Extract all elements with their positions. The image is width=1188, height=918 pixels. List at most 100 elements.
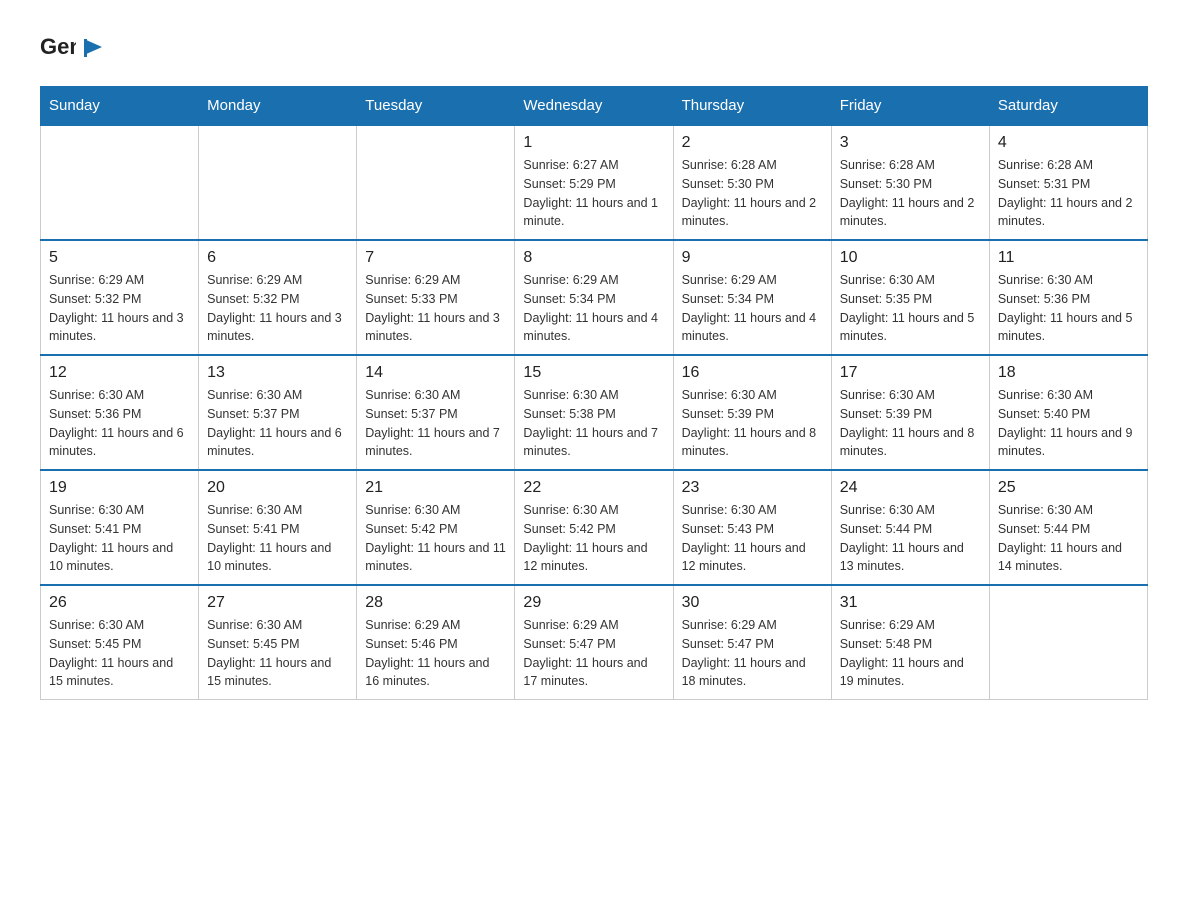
- calendar-cell: 16 Sunrise: 6:30 AMSunset: 5:39 PMDayligh…: [673, 355, 831, 470]
- calendar-cell: 27Sunrise: 6:30 AMSunset: 5:45 PMDayligh…: [199, 585, 357, 700]
- week-row-4: 19Sunrise: 6:30 AMSunset: 5:41 PMDayligh…: [41, 470, 1148, 585]
- day-number: 5: [49, 249, 190, 267]
- calendar-cell: 12 Sunrise: 6:30 AMSunset: 5:36 PMDayligh…: [41, 355, 199, 470]
- day-number: 30: [682, 594, 823, 612]
- calendar-cell: 5Sunrise: 6:29 AMSunset: 5:32 PMDaylight…: [41, 240, 199, 355]
- day-info: Sunrise: 6:30 AMSunset: 5:38 PMDaylight:…: [523, 386, 664, 461]
- day-info: Sunrise: 6:30 AMSunset: 5:39 PMDaylight:…: [682, 386, 823, 461]
- week-row-1: 1Sunrise: 6:27 AMSunset: 5:29 PMDaylight…: [41, 125, 1148, 240]
- day-number: 3: [840, 134, 981, 152]
- calendar-cell: 9 Sunrise: 6:29 AMSunset: 5:34 PMDaylight…: [673, 240, 831, 355]
- day-number: 22: [523, 479, 664, 497]
- calendar-cell: [357, 125, 515, 240]
- day-info: Sunrise: 6:30 AMSunset: 5:36 PMDaylight:…: [998, 271, 1139, 346]
- calendar-cell: 28 Sunrise: 6:29 AMSunset: 5:46 PMDayligh…: [357, 585, 515, 700]
- day-info: Sunrise: 6:30 AMSunset: 5:44 PMDaylight:…: [840, 501, 981, 576]
- day-info: Sunrise: 6:28 AMSunset: 5:30 PMDaylight:…: [682, 156, 823, 231]
- day-info: Sunrise: 6:29 AMSunset: 5:32 PMDaylight:…: [207, 271, 348, 346]
- day-number: 15: [523, 364, 664, 382]
- day-info: Sunrise: 6:30 AMSunset: 5:36 PMDaylight:…: [49, 386, 190, 461]
- logo-flag-icon: [84, 39, 106, 57]
- calendar-header-sunday: Sunday: [41, 87, 199, 126]
- calendar-cell: 21 Sunrise: 6:30 AMSunset: 5:42 PMDayligh…: [357, 470, 515, 585]
- calendar-cell: 19Sunrise: 6:30 AMSunset: 5:41 PMDayligh…: [41, 470, 199, 585]
- calendar-cell: [199, 125, 357, 240]
- day-number: 26: [49, 594, 190, 612]
- week-row-5: 26 Sunrise: 6:30 AMSunset: 5:45 PMDayligh…: [41, 585, 1148, 700]
- day-number: 12: [49, 364, 190, 382]
- day-number: 29: [523, 594, 664, 612]
- day-info: Sunrise: 6:30 AMSunset: 5:40 PMDaylight:…: [998, 386, 1139, 461]
- calendar-cell: 18 Sunrise: 6:30 AMSunset: 5:40 PMDayligh…: [989, 355, 1147, 470]
- day-info: Sunrise: 6:30 AMSunset: 5:39 PMDaylight:…: [840, 386, 981, 461]
- page-header: General: [40, 30, 1148, 66]
- calendar-cell: 22Sunrise: 6:30 AMSunset: 5:42 PMDayligh…: [515, 470, 673, 585]
- day-number: 6: [207, 249, 348, 267]
- day-info: Sunrise: 6:30 AMSunset: 5:45 PMDaylight:…: [49, 616, 190, 691]
- day-number: 21: [365, 479, 506, 497]
- day-info: Sunrise: 6:30 AMSunset: 5:35 PMDaylight:…: [840, 271, 981, 346]
- day-number: 2: [682, 134, 823, 152]
- calendar-cell: 1Sunrise: 6:27 AMSunset: 5:29 PMDaylight…: [515, 125, 673, 240]
- calendar-cell: 20 Sunrise: 6:30 AMSunset: 5:41 PMDayligh…: [199, 470, 357, 585]
- day-info: Sunrise: 6:30 AMSunset: 5:42 PMDaylight:…: [365, 501, 506, 576]
- calendar-cell: 17 Sunrise: 6:30 AMSunset: 5:39 PMDayligh…: [831, 355, 989, 470]
- day-info: Sunrise: 6:29 AMSunset: 5:47 PMDaylight:…: [523, 616, 664, 691]
- day-number: 18: [998, 364, 1139, 382]
- week-row-3: 12 Sunrise: 6:30 AMSunset: 5:36 PMDayligh…: [41, 355, 1148, 470]
- calendar-cell: 31 Sunrise: 6:29 AMSunset: 5:48 PMDayligh…: [831, 585, 989, 700]
- calendar-header-tuesday: Tuesday: [357, 87, 515, 126]
- day-number: 14: [365, 364, 506, 382]
- calendar-cell: 4 Sunrise: 6:28 AMSunset: 5:31 PMDaylight…: [989, 125, 1147, 240]
- calendar-header-wednesday: Wednesday: [515, 87, 673, 126]
- day-info: Sunrise: 6:28 AMSunset: 5:30 PMDaylight:…: [840, 156, 981, 231]
- calendar-cell: 11 Sunrise: 6:30 AMSunset: 5:36 PMDayligh…: [989, 240, 1147, 355]
- day-number: 11: [998, 249, 1139, 267]
- day-number: 23: [682, 479, 823, 497]
- calendar-cell: 13 Sunrise: 6:30 AMSunset: 5:37 PMDayligh…: [199, 355, 357, 470]
- day-number: 1: [523, 134, 664, 152]
- day-info: Sunrise: 6:29 AMSunset: 5:34 PMDaylight:…: [682, 271, 823, 346]
- calendar-cell: 8Sunrise: 6:29 AMSunset: 5:34 PMDaylight…: [515, 240, 673, 355]
- calendar-cell: 10Sunrise: 6:30 AMSunset: 5:35 PMDayligh…: [831, 240, 989, 355]
- day-info: Sunrise: 6:30 AMSunset: 5:44 PMDaylight:…: [998, 501, 1139, 576]
- calendar-cell: 24Sunrise: 6:30 AMSunset: 5:44 PMDayligh…: [831, 470, 989, 585]
- day-info: Sunrise: 6:28 AMSunset: 5:31 PMDaylight:…: [998, 156, 1139, 231]
- calendar-cell: 14Sunrise: 6:30 AMSunset: 5:37 PMDayligh…: [357, 355, 515, 470]
- day-number: 20: [207, 479, 348, 497]
- calendar-cell: 26 Sunrise: 6:30 AMSunset: 5:45 PMDayligh…: [41, 585, 199, 700]
- day-number: 8: [523, 249, 664, 267]
- day-number: 9: [682, 249, 823, 267]
- calendar-cell: [989, 585, 1147, 700]
- calendar-cell: 29 Sunrise: 6:29 AMSunset: 5:47 PMDayligh…: [515, 585, 673, 700]
- calendar-cell: 2 Sunrise: 6:28 AMSunset: 5:30 PMDaylight…: [673, 125, 831, 240]
- calendar-header-monday: Monday: [199, 87, 357, 126]
- day-number: 16: [682, 364, 823, 382]
- day-number: 4: [998, 134, 1139, 152]
- day-info: Sunrise: 6:29 AMSunset: 5:46 PMDaylight:…: [365, 616, 506, 691]
- day-number: 13: [207, 364, 348, 382]
- calendar-cell: 3 Sunrise: 6:28 AMSunset: 5:30 PMDaylight…: [831, 125, 989, 240]
- calendar-cell: [41, 125, 199, 240]
- day-info: Sunrise: 6:30 AMSunset: 5:41 PMDaylight:…: [207, 501, 348, 576]
- day-number: 31: [840, 594, 981, 612]
- day-info: Sunrise: 6:30 AMSunset: 5:41 PMDaylight:…: [49, 501, 190, 576]
- day-number: 28: [365, 594, 506, 612]
- calendar-cell: 6 Sunrise: 6:29 AMSunset: 5:32 PMDaylight…: [199, 240, 357, 355]
- day-info: Sunrise: 6:29 AMSunset: 5:33 PMDaylight:…: [365, 271, 506, 346]
- calendar-cell: 15 Sunrise: 6:30 AMSunset: 5:38 PMDayligh…: [515, 355, 673, 470]
- day-info: Sunrise: 6:29 AMSunset: 5:47 PMDaylight:…: [682, 616, 823, 691]
- calendar-header-thursday: Thursday: [673, 87, 831, 126]
- day-number: 27: [207, 594, 348, 612]
- calendar-cell: 7 Sunrise: 6:29 AMSunset: 5:33 PMDaylight…: [357, 240, 515, 355]
- day-info: Sunrise: 6:30 AMSunset: 5:37 PMDaylight:…: [207, 386, 348, 461]
- day-info: Sunrise: 6:30 AMSunset: 5:43 PMDaylight:…: [682, 501, 823, 576]
- day-info: Sunrise: 6:29 AMSunset: 5:48 PMDaylight:…: [840, 616, 981, 691]
- calendar-cell: 30 Sunrise: 6:29 AMSunset: 5:47 PMDayligh…: [673, 585, 831, 700]
- calendar-header-friday: Friday: [831, 87, 989, 126]
- day-number: 25: [998, 479, 1139, 497]
- day-number: 7: [365, 249, 506, 267]
- week-row-2: 5 Sunrise: 6:29 AMSunset: 5:32 PMDaylight…: [41, 240, 1148, 355]
- day-number: 17: [840, 364, 981, 382]
- logo-icon: General: [40, 30, 76, 66]
